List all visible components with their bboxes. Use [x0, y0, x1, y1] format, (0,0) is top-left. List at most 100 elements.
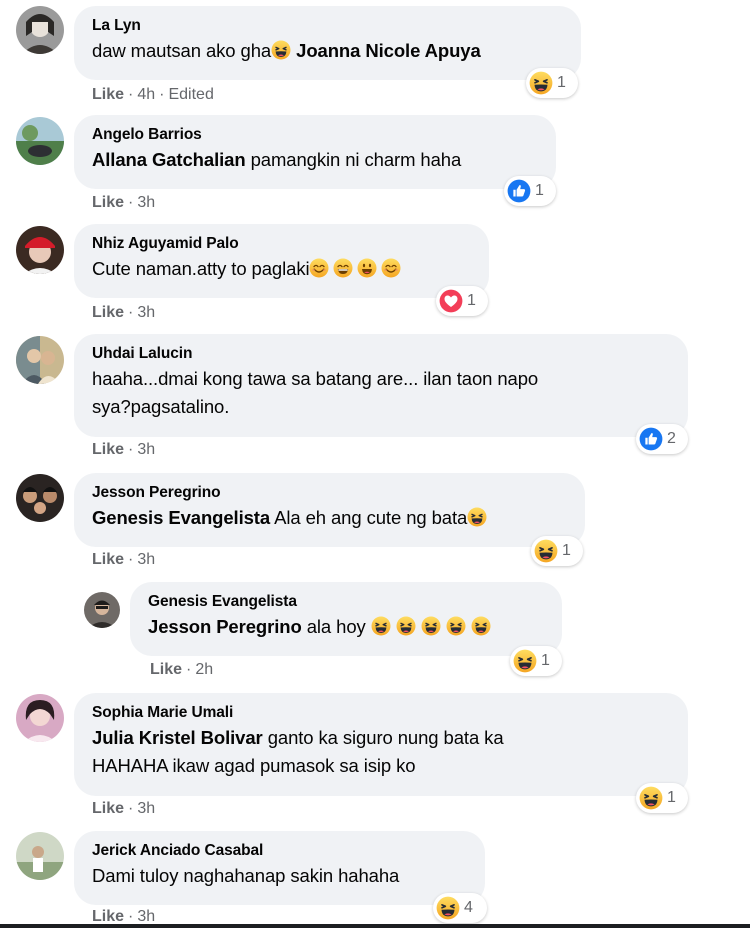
comment-author[interactable]: Uhdai Lalucin: [92, 344, 672, 363]
timestamp[interactable]: 3h: [137, 551, 155, 568]
separator: ·: [159, 86, 165, 103]
avatar[interactable]: [16, 832, 64, 880]
window-bottom-edge: [0, 924, 750, 928]
avatar[interactable]: [16, 694, 64, 742]
timestamp[interactable]: 3h: [137, 194, 155, 211]
timestamp[interactable]: 3h: [137, 800, 155, 817]
reaction-count: 1: [557, 74, 566, 91]
comment-author[interactable]: La Lyn: [92, 16, 565, 35]
avatar[interactable]: [16, 474, 64, 522]
comment-author[interactable]: Nhiz Aguyamid Palo: [92, 234, 473, 253]
separator: ·: [128, 908, 134, 925]
comment-meta: Like · 3h: [92, 304, 155, 322]
rofl-emoji-icon: [371, 616, 391, 636]
like-button[interactable]: Like: [92, 551, 124, 568]
avatar-image: [16, 226, 64, 274]
separator: ·: [128, 441, 134, 458]
comment-meta: Like · 2h: [150, 661, 213, 679]
mention-link[interactable]: Joanna Nicole Apuya: [296, 40, 481, 61]
avatar-image: [16, 832, 64, 880]
avatar[interactable]: [16, 6, 64, 54]
separator: ·: [128, 551, 134, 568]
reaction-badge[interactable]: 1: [531, 536, 583, 566]
haha-reaction-icon: [513, 649, 537, 673]
timestamp[interactable]: 4h: [137, 86, 155, 103]
comment-meta: Like · 3h: [92, 194, 155, 212]
reaction-count: 2: [667, 430, 676, 447]
comment-author[interactable]: Jesson Peregrino: [92, 483, 569, 502]
comment-author[interactable]: Jerick Anciado Casabal: [92, 841, 469, 860]
comment-body: daw mautsan ako gha: [92, 40, 272, 61]
avatar[interactable]: [16, 226, 64, 274]
separator: ·: [128, 194, 134, 211]
reaction-badge[interactable]: 1: [436, 286, 488, 316]
haha-reaction-icon: [436, 896, 460, 920]
like-button[interactable]: Like: [92, 86, 124, 103]
comment-bubble: Genesis Evangelista Jesson Peregrino ala…: [130, 582, 562, 656]
reaction-badge[interactable]: 1: [526, 68, 578, 98]
avatar[interactable]: [16, 117, 64, 165]
comment-text: Julia Kristel Bolivar ganto ka siguro nu…: [92, 724, 672, 780]
reaction-badge[interactable]: 1: [636, 783, 688, 813]
rofl-emoji-icon: [446, 616, 466, 636]
love-reaction-icon: [439, 289, 463, 313]
comment-meta: Like · 4h · Edited: [92, 86, 214, 104]
haha-reaction-icon: [639, 786, 663, 810]
avatar[interactable]: [84, 592, 120, 628]
mention-link[interactable]: Julia Kristel Bolivar: [92, 727, 263, 748]
avatar-image: [16, 694, 64, 742]
like-button[interactable]: Like: [92, 441, 124, 458]
like-button[interactable]: Like: [92, 194, 124, 211]
rofl-emoji-icon: [421, 616, 441, 636]
reaction-count: 1: [541, 652, 550, 669]
reaction-badge[interactable]: 4: [433, 893, 487, 923]
timestamp[interactable]: 3h: [137, 908, 155, 925]
separator: ·: [128, 800, 134, 817]
avatar-image: [16, 336, 64, 384]
rofl-emoji-icon: [396, 616, 416, 636]
rofl-emoji-icon: [271, 40, 291, 60]
reaction-badge[interactable]: 2: [636, 424, 688, 454]
smiling-emoji-icon: [381, 258, 401, 278]
mention-link[interactable]: Jesson Peregrino: [148, 616, 302, 637]
like-button[interactable]: Like: [92, 304, 124, 321]
comment-body: ala hoy: [306, 616, 366, 637]
comment-text: Dami tuloy naghahanap sakin hahaha: [92, 865, 400, 886]
comment-text: Allana Gatchalian pamangkin ni charm hah…: [92, 146, 540, 174]
like-button[interactable]: Like: [92, 800, 124, 817]
comment-bubble: Jesson Peregrino Genesis Evangelista Ala…: [74, 473, 585, 547]
edited-label: Edited: [168, 86, 214, 103]
comment-author[interactable]: Angelo Barrios: [92, 125, 540, 144]
comment-meta: Like · 3h: [92, 800, 155, 818]
like-button[interactable]: Like: [92, 908, 124, 925]
timestamp[interactable]: 3h: [137, 441, 155, 458]
timestamp[interactable]: 3h: [137, 304, 155, 321]
mention-link[interactable]: Allana Gatchalian: [92, 149, 246, 170]
avatar[interactable]: [16, 336, 64, 384]
separator: ·: [128, 304, 134, 321]
timestamp[interactable]: 2h: [195, 661, 213, 678]
comment-bubble: Angelo Barrios Allana Gatchalian pamangk…: [74, 115, 556, 189]
reaction-badge[interactable]: 1: [504, 176, 556, 206]
comment-text: Jesson Peregrino ala hoy: [148, 613, 546, 641]
comment-body: Cute naman.atty to paglaki: [92, 258, 310, 279]
comment-author[interactable]: Sophia Marie Umali: [92, 703, 672, 722]
avatar-image: [16, 117, 64, 165]
like-button[interactable]: Like: [150, 661, 182, 678]
mention-link[interactable]: Genesis Evangelista: [92, 507, 270, 528]
rofl-emoji-icon: [467, 507, 487, 527]
haha-reaction-icon: [529, 71, 553, 95]
reaction-count: 1: [562, 542, 571, 559]
comment-text: haaha...dmai kong tawa sa batang are... …: [92, 365, 672, 421]
comment-author[interactable]: Genesis Evangelista: [148, 592, 546, 611]
like-reaction-icon: [507, 179, 531, 203]
separator: ·: [128, 86, 134, 103]
comment-body: Ala eh ang cute ng bata: [274, 507, 468, 528]
reaction-count: 4: [464, 899, 473, 916]
like-reaction-icon: [639, 427, 663, 451]
avatar-image: [16, 6, 64, 54]
reaction-badge[interactable]: 1: [510, 646, 562, 676]
avatar-image: [84, 592, 120, 628]
happy-emoji-icon: [357, 258, 377, 278]
reaction-count: 1: [467, 292, 476, 309]
